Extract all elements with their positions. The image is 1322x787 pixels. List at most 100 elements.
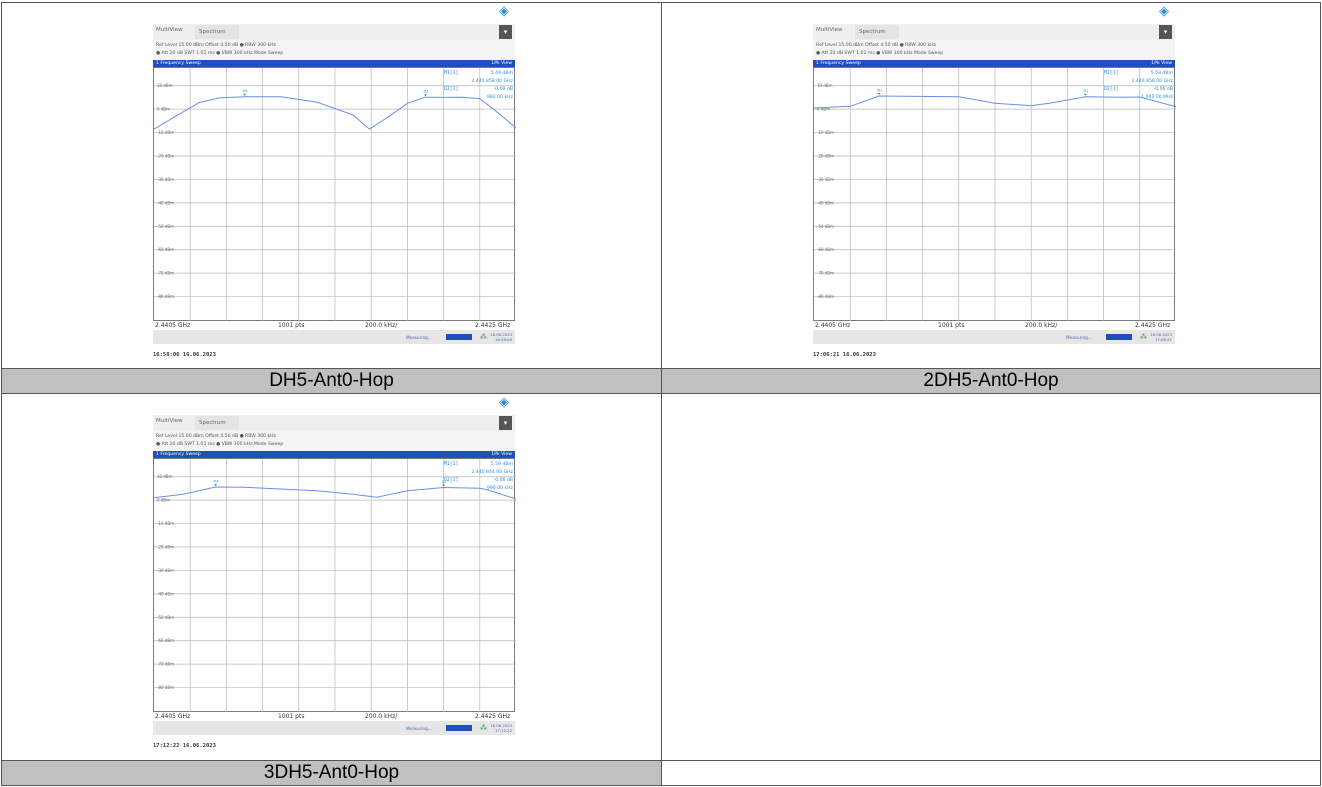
capture-timestamp: 17:06:21 16.06.2023: [813, 352, 876, 358]
y-tick-label: -60 dBm: [157, 247, 174, 252]
y-tick-label: -20 dBm: [157, 154, 174, 159]
marker-d2-label: D2: [424, 90, 429, 94]
sweep-label: 1 Frequency Sweep: [156, 61, 201, 66]
measurement-params: Ref Level 15.00 dBm Offset 4.50 dB ● RBW…: [813, 40, 1175, 60]
delta-readout-label: D2[1]: [444, 477, 458, 483]
delta-readout-value: -0.06 dB: [494, 477, 513, 483]
status-text: Measuring...: [1066, 335, 1092, 340]
spectrum-svg: 10 dBm0 dBm-10 dBm-20 dBm-30 dBm-40 dBm-…: [154, 68, 516, 322]
tab-bar: MultiView Spectrum ▾: [153, 415, 515, 431]
menu-button[interactable]: ▾: [499, 25, 512, 39]
x-start-label: 2.4405 GHz: [815, 322, 851, 329]
y-tick-label: -50 dBm: [157, 615, 174, 620]
sweep-label: 1 Frequency Sweep: [816, 61, 861, 66]
x-axis-row: 2.4405 GHz 1001 pts 200.0 kHz/ 2.4425 GH…: [153, 712, 515, 721]
x-points-label: 1001 pts: [938, 322, 965, 329]
marker-m1-icon: [214, 484, 218, 487]
marker1-readout-label: M1[1]: [444, 461, 458, 467]
analyzer-screenshot: ◈ MultiView Spectrum ▾ Ref Level 15.00 d…: [153, 3, 516, 378]
x-points-label: 1001 pts: [278, 322, 305, 329]
y-tick-label: -70 dBm: [157, 662, 174, 667]
analyzer-screenshot: ◈ MultiView Spectrum ▾ Ref Level 15.00 d…: [153, 394, 516, 769]
view-label: 1Pk View: [491, 61, 512, 66]
marker1-readout-value: 5.58 dBm: [1151, 70, 1174, 76]
capture-timestamp: 16:58:06 16.06.2023: [153, 352, 216, 358]
menu-button[interactable]: ▾: [1159, 25, 1172, 39]
delta-readout-value: -0.09 dB: [494, 86, 513, 92]
x-stop-label: 2.4425 GHz: [475, 713, 511, 720]
y-tick-label: -30 dBm: [157, 568, 174, 573]
y-tick-label: -70 dBm: [817, 271, 834, 276]
marker-m1-icon: [877, 93, 881, 96]
y-tick-label: 10 dBm: [157, 474, 173, 479]
marker-d2-icon: [442, 484, 446, 487]
y-tick-label: -70 dBm: [157, 271, 174, 276]
view-label: 1Pk View: [491, 452, 512, 457]
status-text: Measuring...: [406, 726, 432, 731]
y-tick-label: -40 dBm: [157, 591, 174, 596]
status-datetime: 16.06.2023 17:12:22: [490, 723, 512, 733]
instrument-topbar: ◈: [153, 3, 515, 21]
measurement-params: Ref Level 15.00 dBm Offset 4.50 dB ● RBW…: [153, 40, 515, 60]
status-bar: Measuring... ⁂ 16.06.2023 17:06:21: [813, 330, 1175, 344]
y-tick-label: -20 dBm: [817, 154, 834, 159]
table-border-bottom: [1, 785, 1321, 786]
params-line: ● Att 20 dB SWT 1.01 ms ● VBW 300 kHz Mo…: [816, 51, 944, 56]
y-tick-label: -80 dBm: [817, 294, 834, 299]
tab-multiview[interactable]: MultiView: [156, 27, 183, 33]
marker-m1-label: M1: [243, 89, 248, 93]
status-indicator-icon: ⁂: [480, 724, 487, 732]
y-tick-label: 0 dBm: [157, 498, 170, 503]
marker1-readout-label: M1[1]: [1104, 70, 1118, 76]
y-tick-label: -10 dBm: [157, 521, 174, 526]
tab-bar: MultiView Spectrum ▾: [813, 24, 1175, 40]
marker1-freq-value: 2.440 858 00 GHz: [471, 78, 513, 84]
marker1-readout-value: 5.49 dBm: [491, 70, 514, 76]
marker-d2-label: D2: [1084, 89, 1089, 93]
view-label: 1Pk View: [1151, 61, 1172, 66]
delta-readout-label: D2[1]: [444, 86, 458, 92]
marker-m1-label: M1: [877, 89, 882, 93]
x-points-label: 1001 pts: [278, 713, 305, 720]
x-span-label: 200.0 kHz/: [365, 713, 398, 720]
status-indicator-icon: ⁂: [1140, 333, 1147, 341]
sweep-header: 1 Frequency Sweep 1Pk View: [153, 60, 515, 67]
instrument-topbar: ◈: [153, 394, 515, 412]
rohde-schwarz-logo-icon: ◈: [499, 395, 509, 410]
x-stop-label: 2.4425 GHz: [1135, 322, 1171, 329]
x-span-label: 200.0 kHz/: [1025, 322, 1058, 329]
params-line: Ref Level 15.00 dBm Offset 4.50 dB ● RBW…: [816, 43, 936, 48]
instrument-topbar: ◈: [813, 3, 1175, 21]
x-axis-row: 2.4405 GHz 1001 pts 200.0 kHz/ 2.4425 GH…: [153, 321, 515, 330]
sweep-header: 1 Frequency Sweep 1Pk View: [153, 451, 515, 458]
y-tick-label: -60 dBm: [817, 247, 834, 252]
menu-button[interactable]: ▾: [499, 416, 512, 430]
delta-freq-value: 982.00 kHz: [487, 94, 514, 100]
y-tick-label: 10 dBm: [157, 83, 173, 88]
y-tick-label: -40 dBm: [817, 200, 834, 205]
progress-indicator: [1106, 334, 1132, 340]
tab-spectrum[interactable]: Spectrum: [195, 416, 239, 430]
status-text: Measuring...: [406, 335, 432, 340]
delta-freq-value: 990.00 kHz: [487, 485, 514, 491]
spectrum-svg: 10 dBm0 dBm-10 dBm-20 dBm-30 dBm-40 dBm-…: [814, 68, 1176, 322]
y-tick-label: -60 dBm: [157, 638, 174, 643]
tab-multiview[interactable]: MultiView: [816, 27, 843, 33]
status-datetime: 16.06.2023 16:58:06: [490, 332, 512, 342]
y-tick-label: -30 dBm: [817, 177, 834, 182]
tab-multiview[interactable]: MultiView: [156, 418, 183, 424]
y-tick-label: 0 dBm: [157, 107, 170, 112]
progress-indicator: [446, 725, 472, 731]
y-tick-label: -80 dBm: [157, 685, 174, 690]
status-indicator-icon: ⁂: [480, 333, 487, 341]
rohde-schwarz-logo-icon: ◈: [1159, 4, 1169, 19]
x-stop-label: 2.4425 GHz: [475, 322, 511, 329]
progress-indicator: [446, 334, 472, 340]
tab-spectrum[interactable]: Spectrum: [195, 25, 239, 39]
marker-d2-icon: [1084, 93, 1087, 96]
marker1-readout-label: M1[1]: [444, 70, 458, 76]
delta-freq-value: 1.000 00 MHz: [1141, 94, 1173, 100]
tab-bar: MultiView Spectrum ▾: [153, 24, 515, 40]
spectrum-plot: 10 dBm 0 dBm -10 dBm -20 dBm -30 dBm -40 dBm -…: [153, 67, 516, 322]
tab-spectrum[interactable]: Spectrum: [855, 25, 899, 39]
